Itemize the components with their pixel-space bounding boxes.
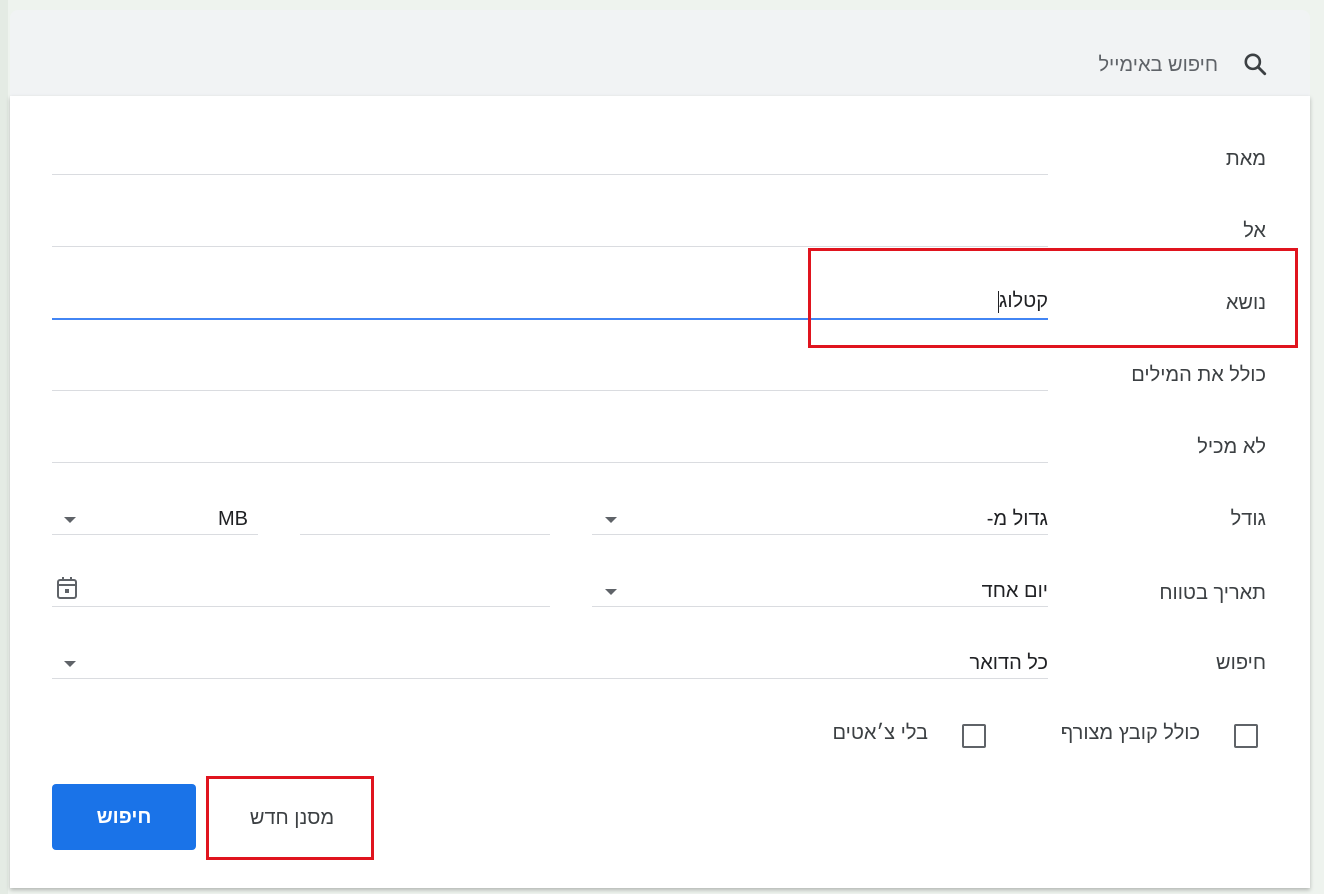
highlight-box-create-filter	[206, 776, 374, 860]
search-bar[interactable]: חיפוש באימייל	[10, 10, 1310, 97]
has-attachment-label: כולל קובץ מצורף	[1060, 722, 1200, 744]
date-range-select[interactable]	[592, 606, 1048, 607]
chevron-down-icon	[64, 661, 76, 667]
advanced-search-panel: מאת אל נושא קטלוג כולל את המילים לא מכיל…	[10, 96, 1310, 888]
date-range-value: יום אחד	[981, 580, 1048, 602]
chevron-down-icon	[605, 517, 617, 523]
to-label: אל	[1243, 220, 1266, 242]
from-field[interactable]	[52, 174, 1048, 175]
size-label: גודל	[1230, 508, 1266, 530]
calendar-icon[interactable]	[56, 576, 78, 600]
page-background-edge	[0, 0, 8, 894]
search-icon[interactable]	[1242, 51, 1268, 77]
no-chats-checkbox[interactable]	[962, 724, 986, 748]
has-attachment-checkbox[interactable]	[1234, 724, 1258, 748]
search-in-select[interactable]	[52, 678, 1048, 679]
chevron-down-icon	[605, 589, 617, 595]
no-chats-label: בלי צ׳אטים	[832, 722, 928, 744]
size-unit-select[interactable]	[52, 534, 258, 535]
size-unit-value: MB	[218, 508, 248, 530]
doesnt-have-label: לא מכיל	[1197, 436, 1266, 458]
date-field[interactable]	[52, 606, 550, 607]
has-words-label: כולל את המילים	[1131, 364, 1266, 386]
search-button[interactable]: חיפוש	[52, 784, 196, 850]
size-operator-value: גדול מ-	[986, 508, 1048, 530]
chevron-down-icon	[64, 517, 76, 523]
search-in-label: חיפוש	[1216, 652, 1266, 674]
search-in-value: כל הדואר	[969, 652, 1048, 674]
highlight-box-subject	[808, 248, 1298, 348]
from-label: מאת	[1225, 148, 1266, 170]
to-field[interactable]	[52, 246, 1048, 247]
date-within-label: תאריך בטווח	[1159, 582, 1266, 604]
size-operator-select[interactable]	[592, 534, 1048, 535]
has-words-field[interactable]	[52, 390, 1048, 391]
size-amount-field[interactable]	[300, 534, 550, 535]
doesnt-have-field[interactable]	[52, 462, 1048, 463]
search-placeholder: חיפוש באימייל	[1098, 54, 1218, 76]
